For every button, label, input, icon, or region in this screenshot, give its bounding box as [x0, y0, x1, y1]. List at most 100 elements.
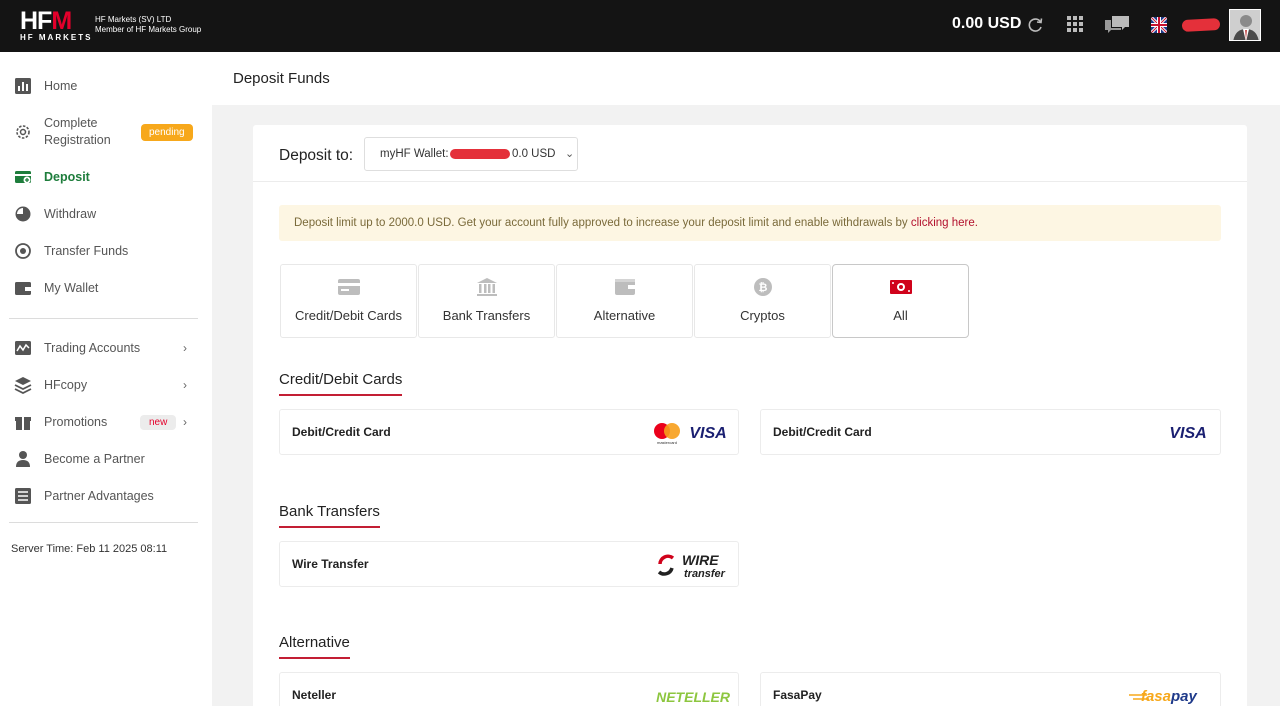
company-group: Member of HF Markets Group	[95, 25, 202, 34]
visa-logo: VISA	[1169, 425, 1206, 442]
notice-text: Deposit limit up to 2000.0 USD. Get your…	[294, 217, 978, 229]
company-info: HF Markets (SV) LTD Member of HF Markets…	[95, 15, 201, 35]
sidebar-item-label: Transfer Funds	[44, 243, 129, 258]
sidebar-item-label: Deposit	[44, 169, 90, 184]
sidebar-item-label: Withdraw	[44, 206, 97, 221]
sidebar-divider	[9, 522, 198, 523]
sidebar: Home Complete Registration pending Depos…	[0, 52, 212, 706]
pay-wordmark: pay	[1170, 688, 1198, 705]
wallet-select[interactable]: myHF Wallet: 0.0 USD ⌄	[364, 137, 578, 171]
transfer-wordmark: transfer	[684, 568, 726, 580]
fasa-wordmark: fasa	[1141, 688, 1171, 705]
layers-icon	[14, 377, 32, 394]
apps-grid-icon[interactable]	[1067, 16, 1083, 32]
logo-text-m: M	[51, 7, 72, 35]
deposit-to-label: Deposit to:	[279, 147, 354, 164]
section-title-alternative: Alternative	[279, 634, 350, 659]
sidebar-item-my-wallet[interactable]: My Wallet	[0, 272, 212, 304]
sidebar-item-label: Become a Partner	[44, 451, 145, 466]
sidebar-item-promotions[interactable]: Promotions new ›	[0, 406, 212, 438]
method-name: Neteller	[292, 688, 337, 702]
sidebar-item-label: Trading Accounts	[44, 340, 141, 355]
tab-label: All	[893, 308, 908, 323]
method-neteller[interactable]: Neteller NETELLER	[279, 672, 739, 706]
wallet-select-prefix: myHF Wallet:	[380, 148, 449, 160]
credit-card-icon	[338, 279, 360, 295]
new-badge: new	[140, 414, 177, 430]
sidebar-item-label: Partner Advantages	[44, 488, 154, 503]
sidebar-item-label: HFcopy	[44, 377, 88, 392]
gift-icon	[15, 417, 31, 430]
chevron-right-icon: ›	[183, 378, 187, 392]
chart-icon	[15, 78, 31, 94]
method-debit-credit-card-2[interactable]: Debit/Credit Card VISA	[760, 409, 1221, 455]
fasapay-logo: fasa pay	[1129, 688, 1198, 705]
chevron-right-icon: ›	[183, 341, 187, 355]
visa-wordmark: VISA	[1169, 425, 1206, 442]
hfm-logo[interactable]: HFM HF MARKETS	[20, 8, 92, 42]
method-name: Debit/Credit Card	[292, 425, 391, 439]
server-time: Server Time: Feb 11 2025 08:11	[11, 543, 168, 555]
uk-flag-icon[interactable]	[1151, 17, 1167, 33]
sidebar-item-label: My Wallet	[44, 280, 99, 295]
user-avatar-icon	[1230, 10, 1260, 40]
account-balance: 0.00 USD	[952, 15, 1022, 32]
bank-icon	[477, 278, 497, 296]
neteller-logo: NETELLER	[656, 689, 731, 705]
tab-credit-debit-cards[interactable]: Credit/Debit Cards	[280, 264, 417, 338]
deposit-target-row: Deposit to: myHF Wallet: 0.0 USD ⌄	[253, 125, 1247, 182]
logo-text: HF	[20, 7, 52, 35]
sidebar-item-become-partner[interactable]: Become a Partner	[0, 443, 212, 475]
sidebar-item-label: Home	[44, 78, 78, 93]
tab-label: Bank Transfers	[442, 308, 531, 323]
section-title-credit-debit-cards: Credit/Debit Cards	[279, 371, 403, 396]
trading-icon	[15, 341, 31, 355]
sidebar-item-label: Complete Registration	[44, 116, 111, 147]
wallet-alt-icon	[615, 279, 635, 295]
tab-label: Credit/Debit Cards	[295, 308, 402, 323]
tab-bank-transfers[interactable]: Bank Transfers	[418, 264, 555, 338]
method-fasapay[interactable]: FasaPay fasa pay	[760, 672, 1221, 706]
tab-cryptos[interactable]: ₿ Cryptos	[694, 264, 831, 338]
redacted-wallet-id	[450, 149, 510, 159]
sidebar-item-withdraw[interactable]: Withdraw	[0, 198, 212, 230]
sidebar-item-transfer-funds[interactable]: Transfer Funds	[0, 235, 212, 267]
sidebar-item-complete-registration[interactable]: Complete Registration pending	[0, 114, 212, 150]
page-header: Deposit Funds	[212, 52, 1280, 105]
clicking-here-link[interactable]: clicking here.	[911, 217, 978, 229]
refresh-icon[interactable]	[1026, 16, 1044, 34]
method-name: FasaPay	[773, 688, 822, 702]
pending-badge: pending	[141, 123, 193, 141]
avatar[interactable]	[1229, 9, 1261, 41]
wire-transfer-logo: WIRE transfer	[657, 552, 726, 580]
notice-message: Deposit limit up to 2000.0 USD. Get your…	[294, 217, 911, 229]
svg-text:₿: ₿	[759, 282, 768, 294]
mastercard-wordmark: mastercard	[657, 440, 677, 445]
deposit-limit-notice: Deposit limit up to 2000.0 USD. Get your…	[279, 205, 1221, 241]
method-name: Wire Transfer	[292, 557, 369, 571]
chat-icon[interactable]	[1104, 15, 1130, 35]
logo-subtitle: HF MARKETS	[20, 33, 93, 42]
visa-wordmark: VISA	[689, 425, 726, 442]
sidebar-item-partner-advantages[interactable]: Partner Advantages	[0, 480, 212, 512]
redacted-username	[1181, 18, 1221, 32]
bitcoin-icon: ₿	[754, 278, 772, 296]
sidebar-item-hfcopy[interactable]: HFcopy ›	[0, 369, 212, 401]
tab-label: Alternative	[593, 308, 656, 323]
neteller-wordmark: NETELLER	[656, 689, 731, 705]
method-wire-transfer[interactable]: Wire Transfer WIRE transfer	[279, 541, 739, 587]
sidebar-item-deposit[interactable]: Deposit	[0, 161, 212, 193]
chevron-right-icon: ›	[183, 415, 187, 429]
sidebar-divider	[9, 318, 198, 319]
sidebar-item-home[interactable]: Home	[0, 70, 212, 102]
wallet-select-amount: 0.0 USD	[512, 148, 556, 160]
transfer-icon	[15, 243, 31, 259]
tab-all[interactable]: All	[832, 264, 969, 338]
withdraw-icon	[15, 206, 31, 222]
method-debit-credit-card-1[interactable]: Debit/Credit Card mastercard VISA	[279, 409, 739, 455]
wallet-icon	[15, 282, 31, 295]
cash-icon	[890, 280, 912, 294]
sidebar-item-trading-accounts[interactable]: Trading Accounts ›	[0, 332, 212, 364]
tab-alternative[interactable]: Alternative	[556, 264, 693, 338]
deposit-card: Deposit to: myHF Wallet: 0.0 USD ⌄ Depos…	[253, 125, 1247, 706]
